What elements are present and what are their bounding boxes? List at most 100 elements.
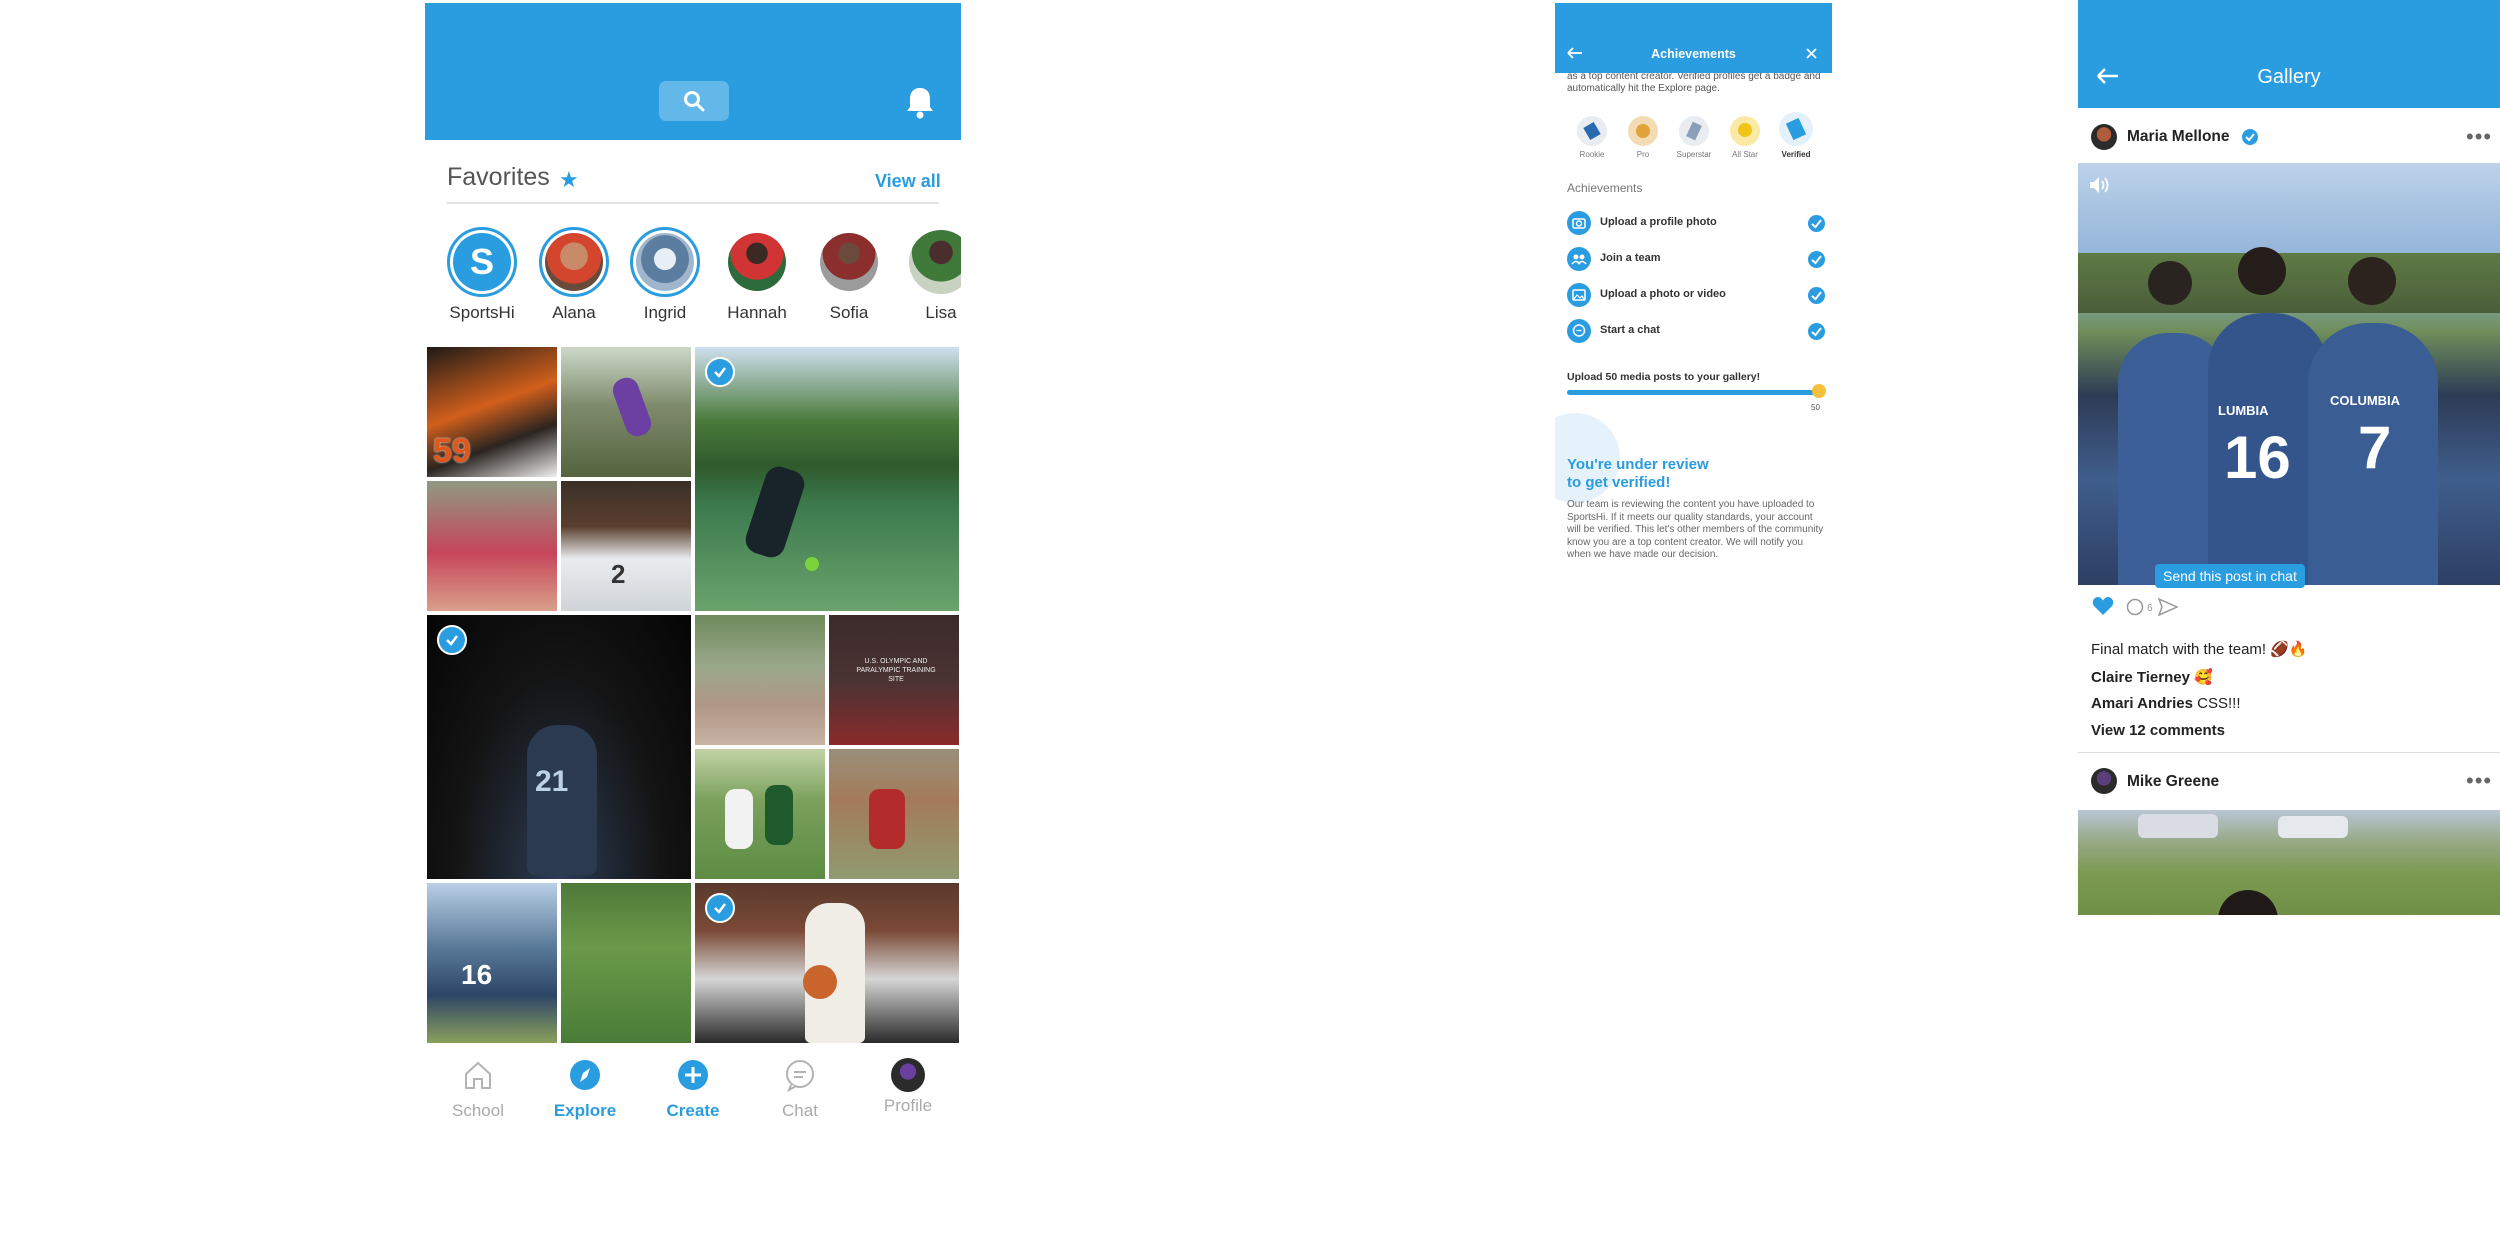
achievement-label: Upload a profile photo bbox=[1600, 216, 1717, 228]
volume-icon[interactable] bbox=[2088, 175, 2112, 195]
jersey-number: 2 bbox=[611, 559, 626, 589]
tab-school[interactable]: School bbox=[433, 1058, 523, 1121]
avatar[interactable] bbox=[2091, 124, 2117, 150]
chat-bubble-icon bbox=[786, 1060, 814, 1093]
post-photo[interactable] bbox=[2078, 810, 2500, 915]
send-post-tooltip: Send this post in chat bbox=[2155, 564, 2305, 588]
image-icon bbox=[1567, 283, 1591, 307]
badge-pro[interactable]: Pro bbox=[1618, 116, 1668, 159]
jersey-text: LUMBIA bbox=[2218, 403, 2269, 418]
check-icon bbox=[705, 357, 735, 387]
photo-tile[interactable] bbox=[829, 749, 959, 879]
achievement-label: Start a chat bbox=[1600, 324, 1660, 336]
close-icon[interactable] bbox=[1806, 48, 1817, 59]
tab-label: Create bbox=[666, 1101, 720, 1120]
camera-icon bbox=[1567, 211, 1591, 235]
review-title-line-1: You're under review bbox=[1567, 456, 1709, 473]
story-label: SportsHi bbox=[449, 303, 515, 322]
photo-tile[interactable]: 2 bbox=[561, 481, 691, 611]
photo-tile[interactable] bbox=[695, 347, 959, 611]
heart-icon[interactable] bbox=[2092, 596, 2114, 616]
tab-explore[interactable]: Explore bbox=[540, 1058, 630, 1121]
plus-icon bbox=[678, 1060, 708, 1090]
photo-tile[interactable] bbox=[561, 347, 691, 477]
badge-label: Verified bbox=[1781, 150, 1811, 159]
search-icon bbox=[684, 91, 705, 112]
view-all-link[interactable]: View all bbox=[875, 171, 941, 192]
gallery-screen: Gallery Maria Mellone ••• LUMBIA 16 COLU… bbox=[2078, 0, 2500, 915]
jersey-number: 16 bbox=[461, 959, 493, 990]
badge-rookie[interactable]: Rookie bbox=[1567, 116, 1617, 159]
story-lisa[interactable]: Lisa bbox=[895, 227, 961, 347]
story-sofia[interactable]: Sofia bbox=[803, 227, 895, 323]
photo-tile[interactable]: 16 bbox=[427, 883, 557, 1043]
bell-icon[interactable] bbox=[905, 85, 935, 119]
story-label: Alana bbox=[552, 303, 596, 322]
story-ingrid[interactable]: Ingrid bbox=[619, 227, 711, 323]
avatar[interactable] bbox=[2091, 768, 2117, 794]
achievements-header: Achievements bbox=[1555, 3, 1832, 73]
verified-check-icon bbox=[2242, 129, 2258, 145]
home-icon bbox=[465, 1061, 491, 1089]
photo-tile[interactable] bbox=[695, 615, 825, 745]
banner-text: U.S. OLYMPIC AND PARALYMPIC TRAINING SIT… bbox=[856, 658, 936, 683]
page-title: Gallery bbox=[2257, 66, 2321, 88]
avatar bbox=[539, 227, 609, 297]
search-button[interactable] bbox=[659, 81, 729, 121]
tab-label: Explore bbox=[553, 1101, 617, 1120]
jersey-number: 16 bbox=[2224, 424, 2291, 491]
achievements-screen: as a top content creator. Verified profi… bbox=[1555, 3, 1832, 593]
section-label: Achievements bbox=[1567, 181, 1643, 195]
avatar bbox=[814, 227, 884, 297]
photo-tile[interactable] bbox=[561, 883, 691, 1043]
story-label: Ingrid bbox=[643, 303, 687, 322]
review-body: Our team is reviewing the content you ha… bbox=[1567, 499, 1824, 560]
jersey-number: 59 bbox=[433, 432, 471, 470]
tab-label: Chat bbox=[782, 1101, 818, 1120]
badge-superstar[interactable]: Superstar bbox=[1669, 116, 1719, 159]
team-icon bbox=[1567, 247, 1591, 271]
avatar bbox=[630, 227, 700, 297]
jersey-number: 21 bbox=[535, 765, 569, 798]
badge-label: Pro bbox=[1636, 150, 1650, 159]
achievement-row: Upload a profile photo bbox=[1567, 206, 1827, 242]
post-photo[interactable]: LUMBIA 16 COLUMBIA 7 bbox=[2078, 163, 2500, 585]
more-options-icon[interactable]: ••• bbox=[2466, 768, 2492, 794]
photo-tile[interactable] bbox=[427, 481, 557, 611]
tab-bar: School Explore Create Chat Profile bbox=[425, 1048, 961, 1133]
avatar bbox=[722, 227, 792, 297]
avatar bbox=[906, 227, 961, 297]
tab-create[interactable]: Create bbox=[648, 1058, 738, 1121]
view-comments-link[interactable]: View 12 comments bbox=[2091, 722, 2225, 739]
badge-all-star[interactable]: All Star bbox=[1720, 116, 1770, 159]
comment-user[interactable]: Claire Tierney bbox=[2091, 669, 2190, 686]
badge-verified[interactable]: Verified bbox=[1771, 112, 1821, 159]
send-icon[interactable] bbox=[2158, 598, 2178, 616]
post-author[interactable]: Mike Greene bbox=[2127, 773, 2219, 791]
divider bbox=[2078, 752, 2500, 753]
photo-tile[interactable] bbox=[695, 883, 959, 1043]
avatar: S bbox=[447, 227, 517, 297]
story-alana[interactable]: Alana bbox=[528, 227, 620, 323]
post-author[interactable]: Maria Mellone bbox=[2127, 128, 2230, 146]
story-hannah[interactable]: Hannah bbox=[711, 227, 803, 323]
photo-tile[interactable] bbox=[695, 749, 825, 879]
star-icon: ★ bbox=[559, 167, 579, 192]
photo-tile[interactable]: 21 bbox=[427, 615, 691, 879]
photo-tile[interactable]: U.S. OLYMPIC AND PARALYMPIC TRAINING SIT… bbox=[829, 615, 959, 745]
photo-tile[interactable]: 59 bbox=[427, 347, 557, 477]
tab-profile[interactable]: Profile bbox=[863, 1058, 953, 1116]
page-title: Achievements bbox=[1651, 47, 1736, 61]
comment-user[interactable]: Amari Andries bbox=[2091, 695, 2193, 712]
achievement-row: Start a chat bbox=[1567, 314, 1827, 350]
more-options-icon[interactable]: ••• bbox=[2466, 124, 2492, 150]
comment-icon[interactable] bbox=[2126, 598, 2144, 616]
gallery-header: Gallery bbox=[2078, 0, 2500, 108]
achievement-label: Upload a photo or video bbox=[1600, 288, 1726, 300]
tab-chat[interactable]: Chat bbox=[755, 1058, 845, 1121]
sportshi-logo: S bbox=[453, 233, 511, 291]
story-sportshi[interactable]: S SportsHi bbox=[436, 227, 528, 323]
chat-bubble-icon bbox=[1567, 319, 1591, 343]
comment-text: 🥰 bbox=[2194, 669, 2213, 686]
explore-screen: Favorites ★ View all S SportsHi Alana In… bbox=[425, 3, 961, 1133]
